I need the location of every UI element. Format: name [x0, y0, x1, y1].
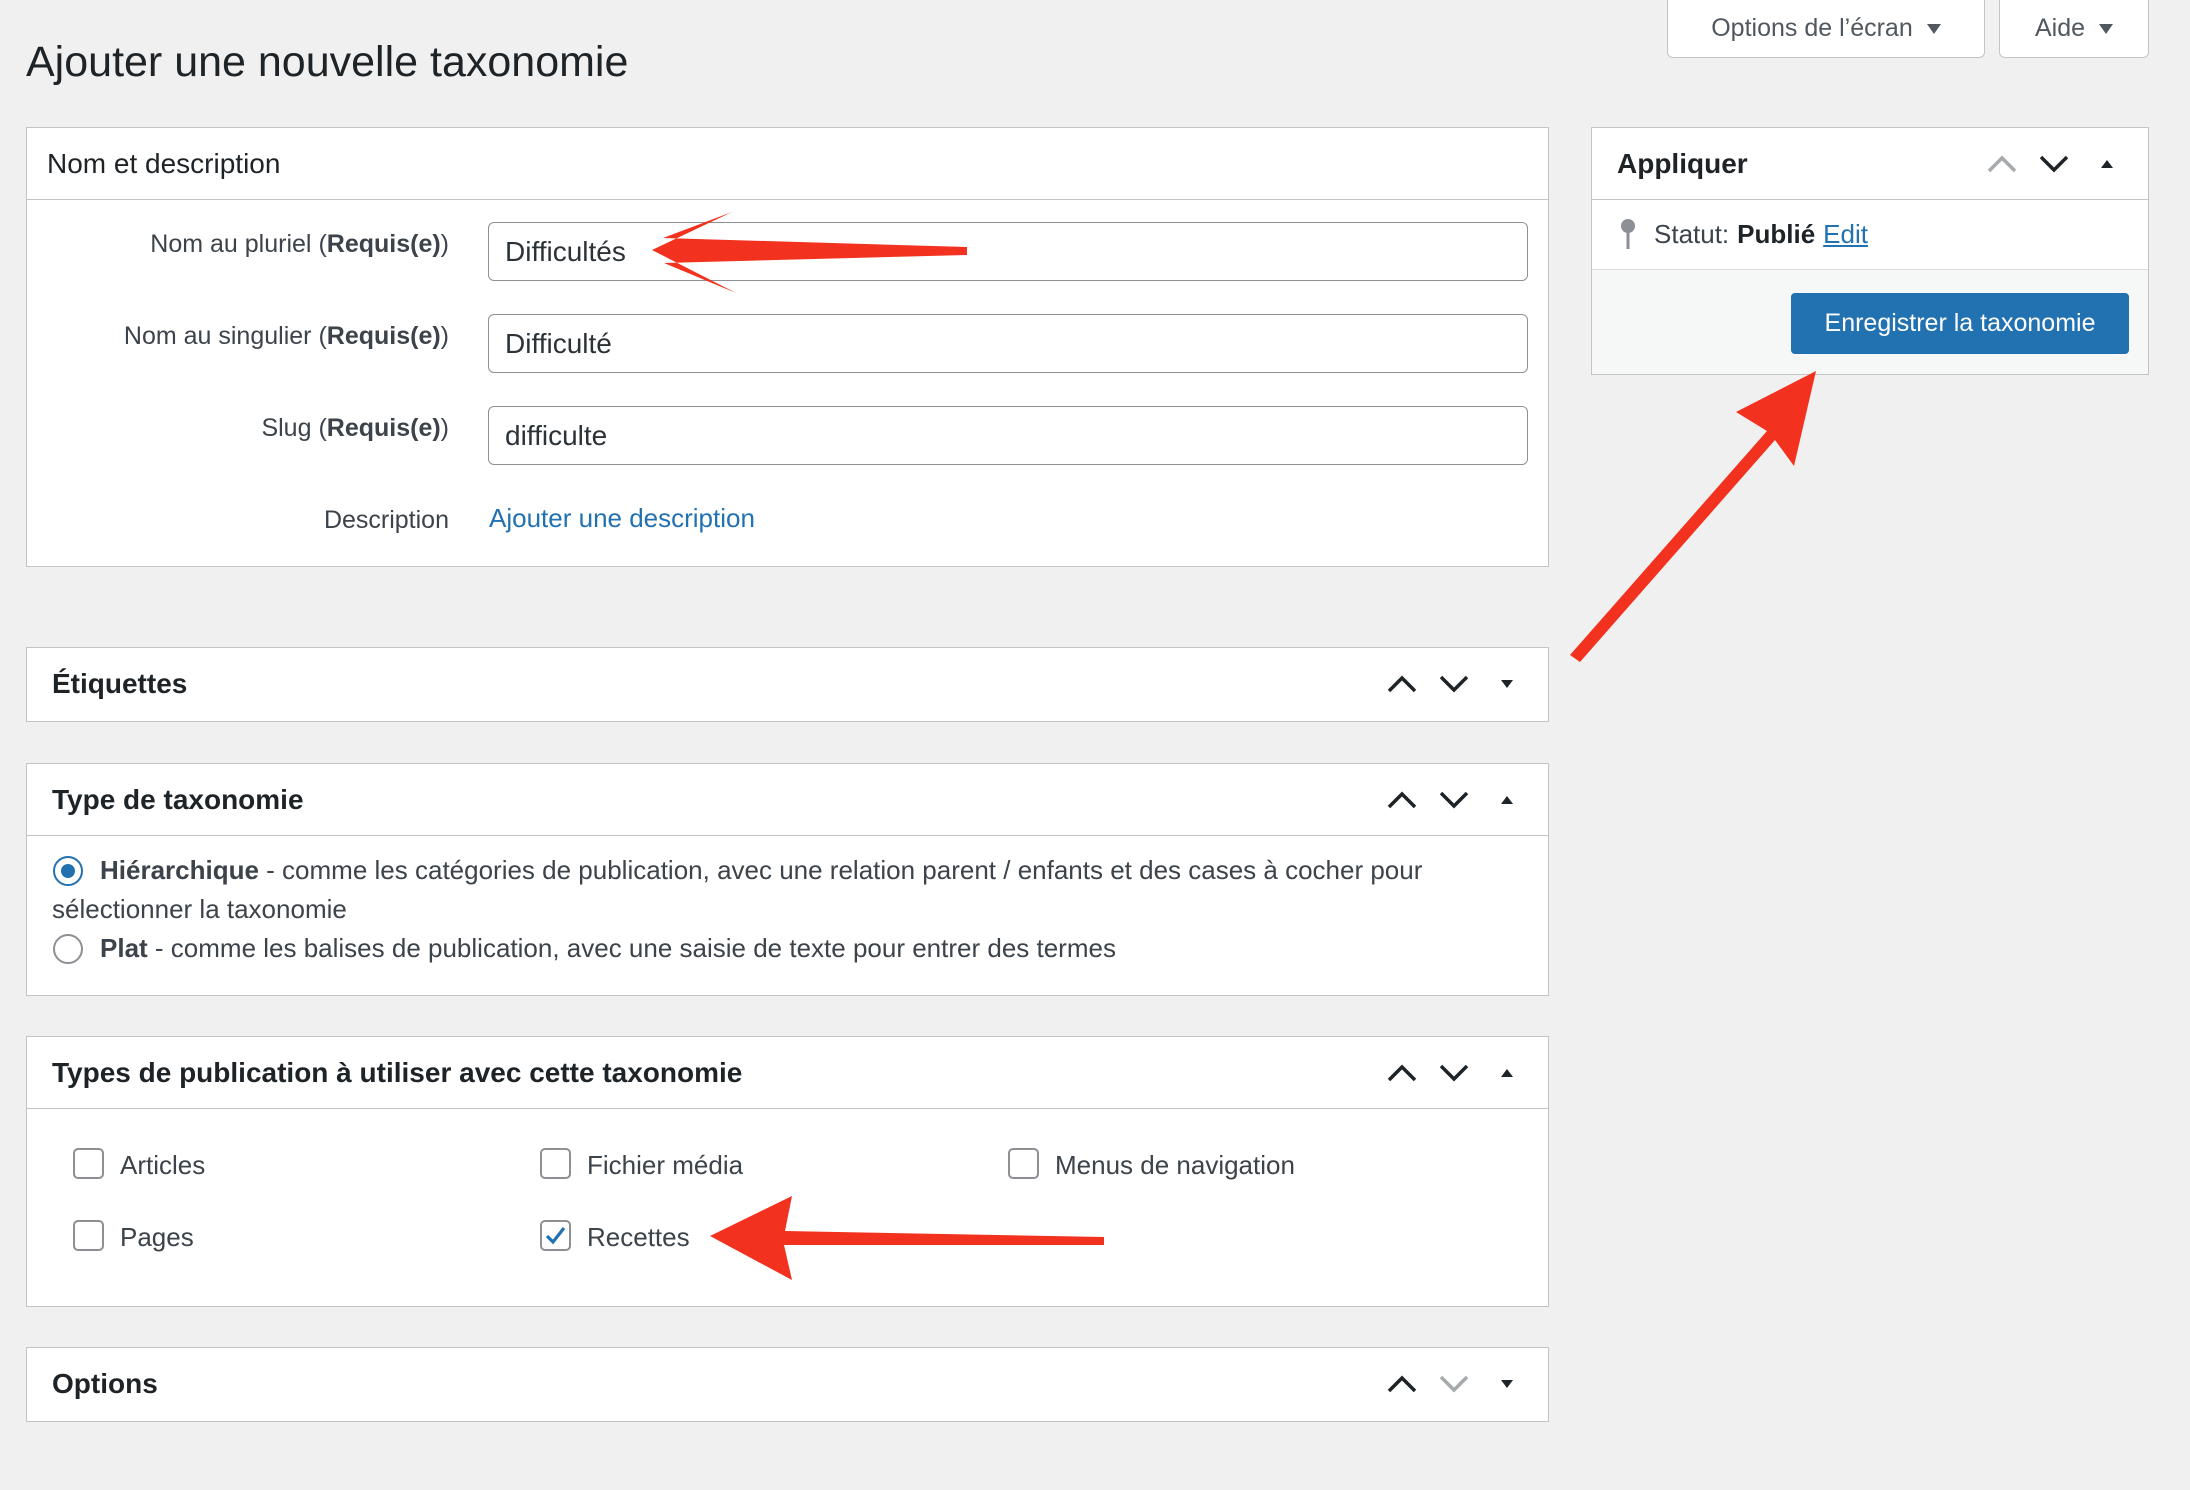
arrow-to-recettes [710, 1196, 1104, 1280]
arrow-to-save-button [1570, 371, 1816, 662]
annotation-arrows-layer [652, 212, 1816, 1280]
arrow-to-plural-input [652, 212, 967, 293]
